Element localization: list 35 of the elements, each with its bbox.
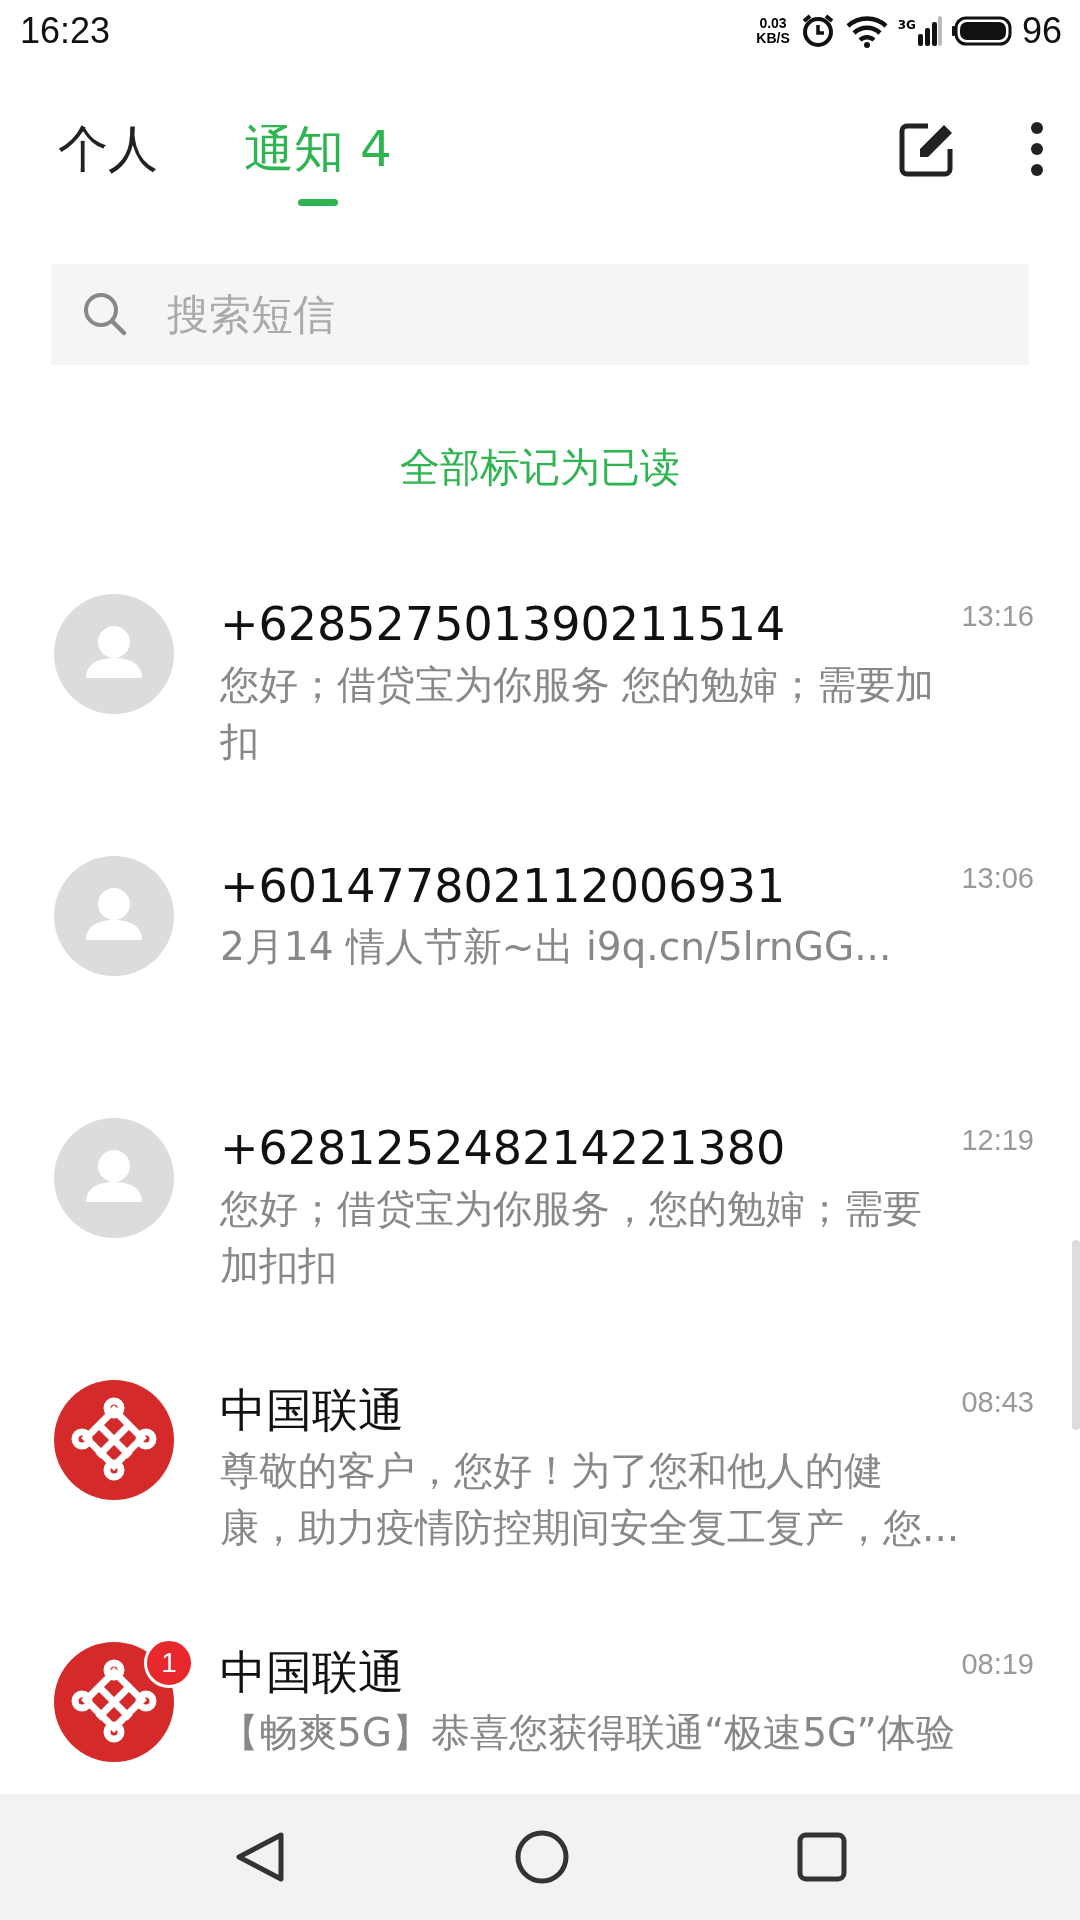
unread-badge: 1 <box>144 1638 194 1688</box>
signal-icon <box>917 16 942 46</box>
battery-icon <box>951 16 1012 46</box>
battery-level: 96 <box>1021 10 1062 52</box>
message-time: 12:19 <box>961 1124 1034 1157</box>
contact-avatar-icon <box>54 594 174 714</box>
message-time: 13:06 <box>961 862 1034 895</box>
message-time: 08:43 <box>961 1386 1034 1419</box>
knot-logo-icon <box>54 1380 174 1500</box>
more-icon[interactable] <box>1030 120 1044 177</box>
message-preview: 您好；借贷宝为你服务 您的勉婶；需要加扣 <box>220 661 936 766</box>
message-preview: 2月14 情人节新~出 i9q.cn/5lrnGG... <box>220 923 893 971</box>
sender-name: +628527501390211514 <box>220 596 786 653</box>
sender-name: 中国联通 <box>220 1644 404 1701</box>
message-time: 13:16 <box>961 600 1034 633</box>
message-preview: 您好；借贷宝为你服务，您的勉婶；需要加扣扣 <box>220 1185 923 1290</box>
knot-logo-icon <box>54 1642 174 1762</box>
tab[interactable]: 通知 4 <box>236 89 400 208</box>
home-icon[interactable] <box>514 1829 570 1885</box>
contact-avatar-icon <box>54 1118 174 1238</box>
search-field[interactable]: 搜索短信 <box>51 264 1029 365</box>
message-preview: 【畅爽5G】恭喜您获得联通“极速5G”体验 <box>220 1709 956 1757</box>
message-time: 08:19 <box>961 1648 1034 1681</box>
message-preview: 尊敬的客户，您好！为了您和他人的健康，助力疫情防控期间安全复工复产，您... <box>220 1447 960 1552</box>
network-type: 3G <box>897 18 916 32</box>
sender-name: +601477802112006931 <box>220 858 786 915</box>
status-time: 16:23 <box>20 10 111 52</box>
wifi-icon <box>845 14 888 48</box>
sender-name: +628125248214221380 <box>220 1120 786 1177</box>
recents-icon[interactable] <box>796 1832 847 1882</box>
tab[interactable]: 个人 <box>50 89 166 208</box>
contact-avatar-icon <box>54 856 174 976</box>
data-speed: 0.03 KB/S <box>756 16 790 46</box>
mark-all-read-link[interactable]: 全部标记为已读 <box>390 434 690 501</box>
sender-name: 中国联通 <box>220 1382 404 1439</box>
